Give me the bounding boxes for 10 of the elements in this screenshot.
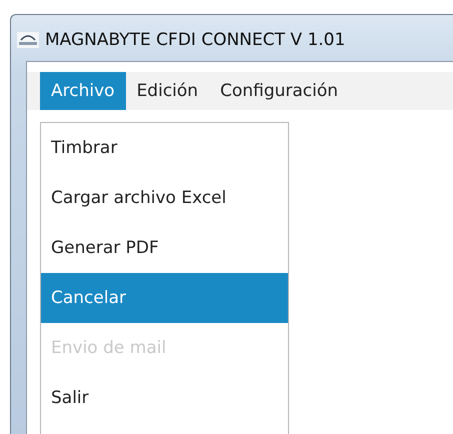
menu-option[interactable]: Cancelar	[41, 273, 288, 323]
menu-item[interactable]: Configuración	[209, 72, 350, 110]
menu-option[interactable]: Salir	[41, 373, 288, 423]
menu-option[interactable]: Generar PDF	[41, 223, 288, 273]
app-logo-icon	[17, 32, 39, 48]
menu-item[interactable]: Edición	[126, 72, 210, 110]
menu-option[interactable]: Cargar archivo Excel	[41, 173, 288, 223]
menu-item[interactable]: Archivo	[40, 72, 126, 110]
menu-option[interactable]: Timbrar	[41, 123, 288, 173]
window-title: MAGNABYTE CFDI CONNECT V 1.01	[45, 30, 346, 50]
